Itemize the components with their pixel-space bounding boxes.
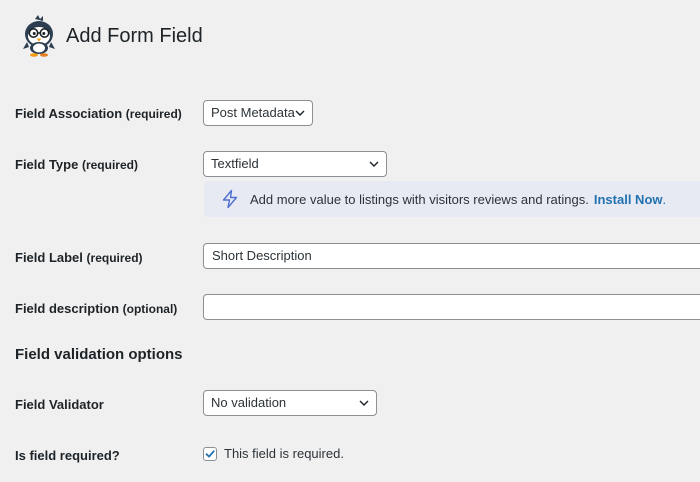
validation-section-title: Field validation options [15, 346, 183, 363]
field-label-value: Short Description [212, 248, 312, 263]
field-association-label: Field Association (required) [15, 106, 182, 121]
page-title: Add Form Field [66, 24, 203, 47]
chevron-down-icon [359, 400, 369, 406]
field-required-checkbox[interactable] [203, 446, 217, 461]
field-required-label: Is field required? [15, 448, 120, 463]
field-required-checkbox-label: This field is required. [224, 446, 344, 461]
field-label-qualifier: (required) [86, 251, 143, 265]
install-now-link[interactable]: Install Now [594, 192, 663, 207]
field-label-label: Field Label (required) [15, 250, 143, 265]
field-description-label: Field description (optional) [15, 301, 177, 316]
field-validator-label: Field Validator [15, 397, 104, 412]
field-type-qualifier: (required) [81, 158, 138, 172]
field-validator-value: No validation [211, 395, 287, 410]
field-type-label: Field Type (required) [15, 157, 138, 172]
field-label-input[interactable]: Short Description [203, 243, 700, 269]
field-type-label-text: Field Type [15, 157, 79, 172]
field-type-select[interactable]: Textfield [203, 151, 387, 177]
notice-text: Add more value to listings with visitors… [250, 191, 589, 207]
field-association-qualifier: (required) [125, 107, 182, 121]
field-association-label-text: Field Association [15, 106, 123, 121]
field-association-select[interactable]: Post Metadata [203, 100, 313, 126]
chevron-down-icon [295, 110, 305, 116]
field-description-label-text: Field description [15, 301, 120, 316]
field-association-value: Post Metadata [211, 105, 295, 120]
field-description-qualifier: (optional) [122, 302, 178, 316]
page-header: Add Form Field [19, 14, 203, 58]
field-description-input[interactable] [203, 294, 700, 320]
lightning-bolt-icon [222, 189, 238, 209]
field-label-label-text: Field Label [15, 250, 83, 265]
field-required-row: This field is required. [203, 446, 344, 461]
reviews-notice: Add more value to listings with visitors… [204, 181, 700, 217]
field-validator-select[interactable]: No validation [203, 390, 377, 416]
chevron-down-icon [369, 161, 379, 167]
field-type-value: Textfield [211, 156, 259, 171]
penguin-logo-icon [23, 15, 55, 57]
notice-suffix: . [662, 191, 667, 207]
checkmark-icon [205, 449, 215, 457]
